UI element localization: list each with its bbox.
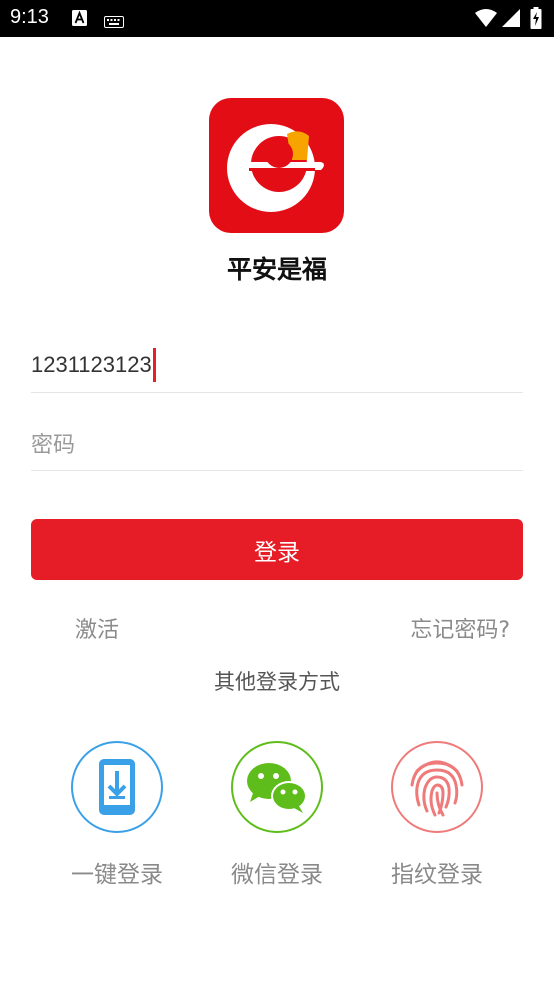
one-click-login-button[interactable] [71, 741, 163, 833]
other-login-title: 其他登录方式 [214, 670, 340, 694]
status-time: 9:13 [10, 6, 49, 28]
activate-link[interactable]: 激活 [75, 612, 119, 644]
password-field[interactable]: 密码 [31, 415, 523, 471]
fingerprint-login-label: 指纹登录 [391, 862, 483, 888]
account-field[interactable]: 1231123123 [31, 337, 523, 393]
login-button[interactable]: 登录 [31, 519, 523, 580]
e-train-logo-icon [227, 124, 324, 212]
wechat-login-button[interactable] [231, 741, 323, 833]
cellular-signal-icon [502, 9, 520, 31]
fingerprint-login-option[interactable]: 指纹登录 [362, 741, 512, 889]
battery-charging-icon [530, 7, 542, 33]
phone-download-icon [99, 759, 135, 815]
app-name: 平安是福 [226, 255, 327, 284]
status-bar: 9:13 [0, 0, 554, 37]
account-input-value: 1231123123 [31, 351, 152, 377]
one-click-login-option[interactable]: 一键登录 [42, 741, 192, 889]
fingerprint-icon [410, 760, 464, 817]
text-cursor [152, 347, 156, 382]
wechat-icon [247, 763, 307, 813]
app-logo [209, 98, 344, 233]
fingerprint-login-button[interactable] [391, 741, 483, 833]
wifi-icon [475, 9, 497, 31]
password-placeholder: 密码 [31, 432, 76, 458]
wechat-login-label: 微信登录 [231, 862, 323, 888]
wechat-login-option[interactable]: 微信登录 [202, 741, 352, 889]
forgot-password-link[interactable]: 忘记密码? [410, 612, 510, 644]
a-badge-icon [72, 10, 87, 30]
one-click-login-label: 一键登录 [71, 862, 163, 888]
keyboard-icon [104, 13, 124, 32]
